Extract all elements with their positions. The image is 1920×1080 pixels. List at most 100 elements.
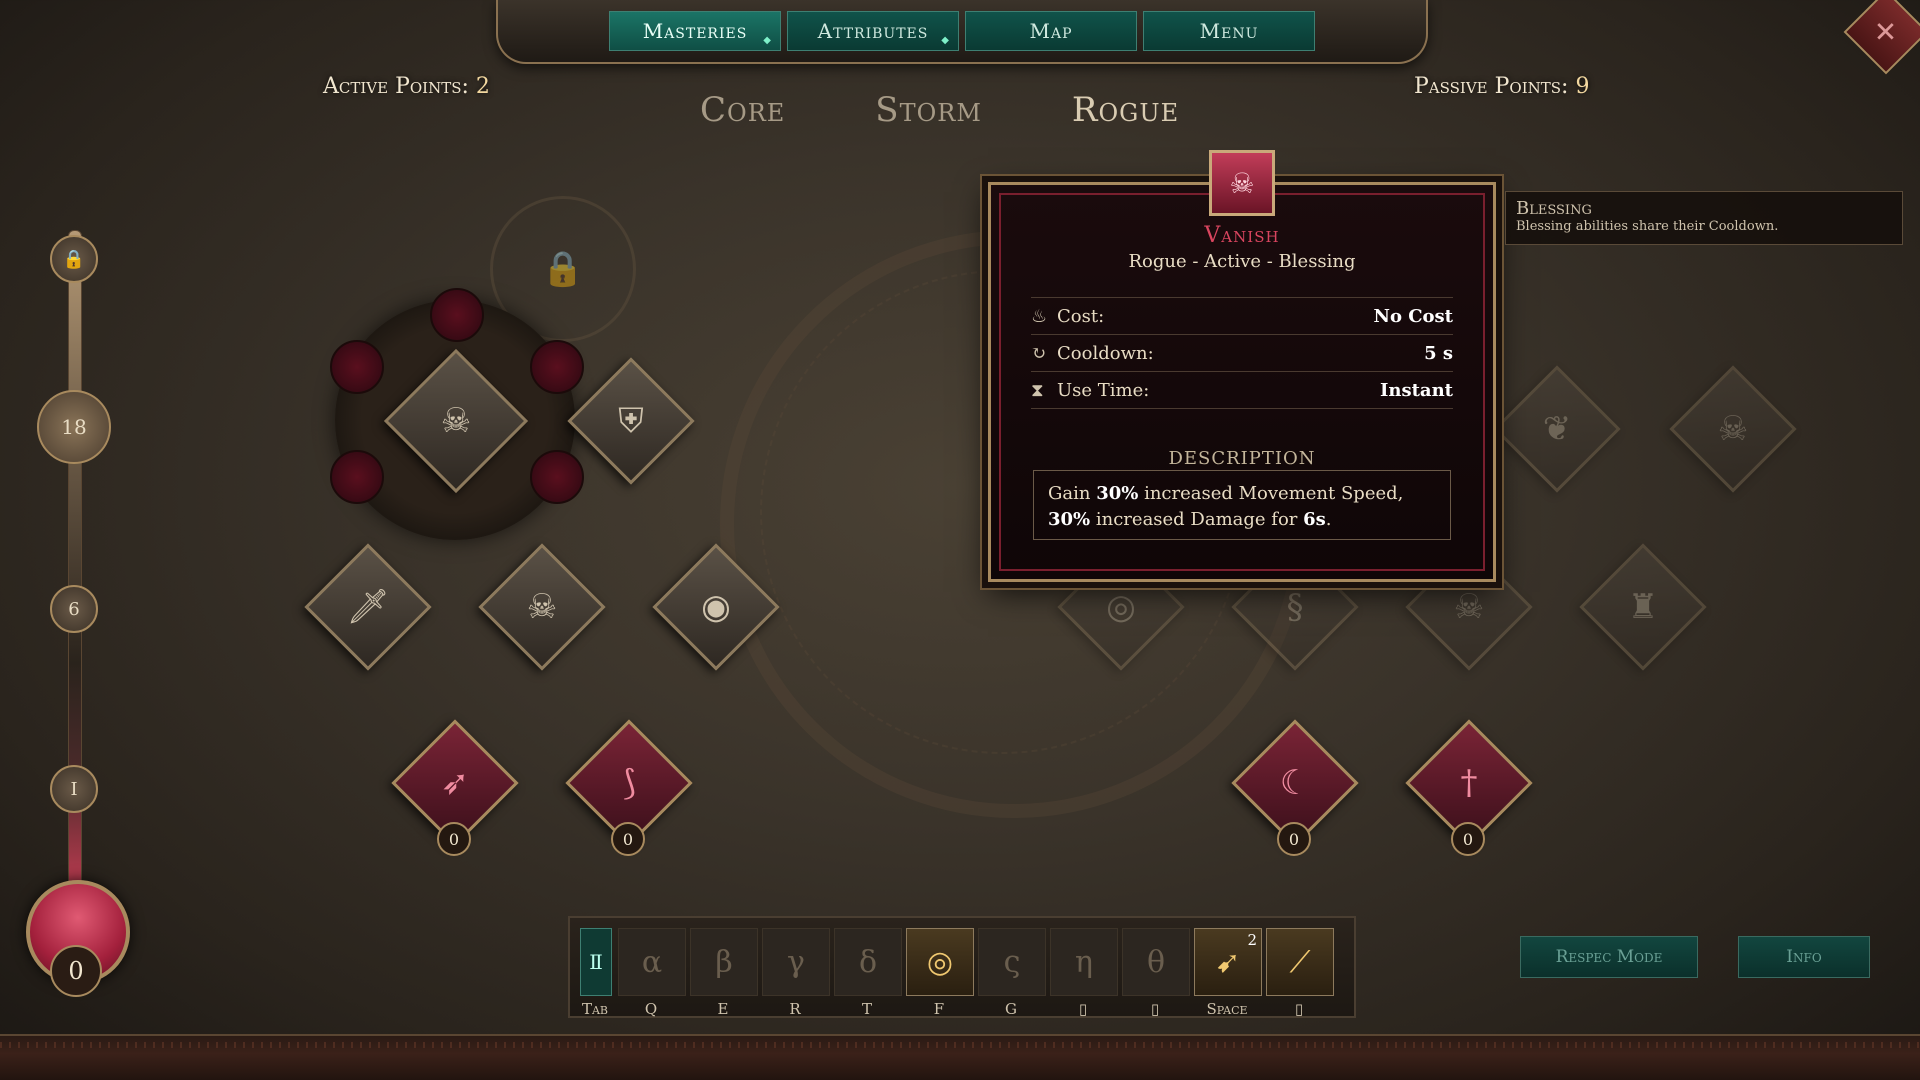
key-label: R: [789, 1000, 801, 1018]
desc-part: increased Damage for: [1090, 509, 1304, 530]
tab-slot[interactable]: Ⅱ: [580, 928, 612, 996]
stat-label: Cost:: [1057, 305, 1105, 327]
notification-dot-icon: ◆: [941, 35, 950, 46]
tree-tab-storm[interactable]: Storm: [875, 90, 982, 130]
dash-icon: ➹: [1215, 944, 1241, 980]
spear-icon: ⟋: [1289, 944, 1311, 980]
orb-icon: ◎: [1106, 587, 1136, 627]
flame-icon: ♨: [1031, 305, 1048, 327]
skill-node[interactable]: ☠: [1669, 365, 1797, 493]
notification-dot-icon: ◆: [763, 35, 772, 46]
tooltip-title: Vanish: [1204, 223, 1280, 248]
lock-icon: 🔒: [541, 249, 585, 289]
skull-icon: ☠: [526, 587, 558, 627]
tree-tab-core[interactable]: Core: [700, 90, 785, 130]
keyword-heading: Blessing: [1516, 198, 1592, 219]
tab-attributes[interactable]: Attributes ◆: [787, 11, 959, 51]
top-nav: Masteries ◆ Attributes ◆ Map Menu: [496, 0, 1428, 64]
level-node: I: [50, 765, 98, 813]
mouse-left-icon: ▯: [1078, 1000, 1088, 1018]
skill-tooltip: Vanish Rogue - Active - Blessing ♨ Cost:…: [988, 182, 1496, 582]
bottom-frame: [0, 1034, 1920, 1080]
skull-icon: ☠: [1717, 409, 1749, 449]
desc-value: 30%: [1048, 509, 1091, 530]
hotbar-slot-t[interactable]: δ: [834, 928, 902, 996]
key-label: Space: [1206, 1000, 1248, 1018]
stat-value: No Cost: [1373, 305, 1453, 327]
rune-socket[interactable]: [330, 450, 384, 504]
claw-icon: ⟆: [622, 763, 636, 803]
tab-label: Masteries: [642, 19, 748, 43]
shield-icon: ⛨: [618, 401, 644, 441]
hotbar-slot-g[interactable]: ς: [978, 928, 1046, 996]
hotbar-slot-e[interactable]: β: [690, 928, 758, 996]
tab-map[interactable]: Map: [965, 11, 1137, 51]
rune-socket[interactable]: [530, 450, 584, 504]
keyword-tooltip: Blessing Blessing abilities share their …: [1505, 191, 1903, 245]
passive-node-count: 0: [437, 822, 471, 856]
rune-socket[interactable]: [330, 340, 384, 394]
hotbar-slot-space[interactable]: ➹ 2: [1194, 928, 1262, 996]
passive-points-value: 9: [1575, 74, 1590, 99]
figure-icon: ♜: [1627, 587, 1659, 627]
rune-socket[interactable]: [430, 288, 484, 342]
skill-node[interactable]: ☠: [478, 543, 606, 671]
desc-part: .: [1325, 509, 1332, 530]
bomb-icon: ◉: [701, 587, 731, 627]
skill-node[interactable]: ♜: [1579, 543, 1707, 671]
respec-mode-button[interactable]: Respec Mode: [1520, 936, 1698, 978]
pillar-icon: Ⅱ: [589, 950, 603, 974]
rune-socket[interactable]: [530, 340, 584, 394]
hotbar-slot-mouse-middle[interactable]: ⟋: [1266, 928, 1334, 996]
tooltip-stats: ♨ Cost: No Cost ↻ Cooldown: 5 s ⧗ Use Ti…: [1031, 297, 1453, 409]
sword-icon: †: [1460, 763, 1478, 803]
scythe-icon: ☾: [1279, 763, 1311, 803]
tab-menu[interactable]: Menu: [1143, 11, 1315, 51]
desc-part: Gain: [1048, 483, 1097, 504]
skill-node[interactable]: 🗡: [304, 543, 432, 671]
stat-value: 5 s: [1424, 342, 1453, 364]
close-button[interactable]: ✕: [1843, 0, 1920, 75]
mouse-right-icon: ▯: [1150, 1000, 1160, 1018]
passive-node-count: 0: [611, 822, 645, 856]
tree-tabs: Core Storm Rogue: [700, 90, 1179, 130]
hotbar-slot-mouse-right[interactable]: θ: [1122, 928, 1190, 996]
key-label: T: [861, 1000, 872, 1018]
key-label: E: [717, 1000, 729, 1018]
skull-icon: ☠: [1453, 587, 1485, 627]
passive-points-label: Passive Points:: [1414, 74, 1569, 99]
hotbar-slot-r[interactable]: γ: [762, 928, 830, 996]
mastery-orb-value: 0: [50, 945, 102, 997]
stat-value: Instant: [1379, 379, 1453, 401]
level-node: 6: [50, 585, 98, 633]
hotbar-slot-mouse-left[interactable]: η: [1050, 928, 1118, 996]
stat-row-cooldown: ↻ Cooldown: 5 s: [1031, 335, 1453, 372]
stat-row-cost: ♨ Cost: No Cost: [1031, 297, 1453, 335]
stat-row-use-time: ⧗ Use Time: Instant: [1031, 372, 1453, 409]
mouse-middle-icon: ▯: [1294, 1000, 1304, 1018]
skill-node[interactable]: ❦: [1493, 365, 1621, 493]
cooldown-icon: ↻: [1031, 342, 1047, 364]
close-icon: ✕: [1874, 15, 1898, 49]
keyword-text: Blessing abilities share their Cooldown.: [1516, 219, 1779, 234]
charge-count: 2: [1247, 931, 1257, 949]
key-label: G: [1005, 1000, 1017, 1018]
stat-label: Cooldown:: [1057, 342, 1154, 364]
tab-masteries[interactable]: Masteries ◆: [609, 11, 781, 51]
tree-tab-rogue[interactable]: Rogue: [1072, 90, 1179, 130]
info-button[interactable]: Info: [1738, 936, 1870, 978]
tooltip-subtitle: Rogue - Active - Blessing: [1128, 251, 1356, 272]
hotbar: Ⅱ α β γ δ ◎ ς η θ ➹ 2 ⟋ Tab Q E R T F G …: [568, 916, 1356, 1018]
key-label: Tab: [581, 1000, 609, 1018]
skill-node[interactable]: ⛨: [567, 357, 695, 485]
hotbar-slot-q[interactable]: α: [618, 928, 686, 996]
key-label: F: [933, 1000, 945, 1018]
tab-label: Map: [1029, 19, 1073, 43]
key-label: Q: [644, 1000, 658, 1018]
hotbar-slot-f[interactable]: ◎: [906, 928, 974, 996]
rings-icon: ◎: [926, 944, 954, 980]
skull-icon: ☠: [440, 401, 472, 441]
active-points: Active Points: 2: [323, 74, 490, 99]
desc-part: increased Movement Speed,: [1138, 483, 1404, 504]
bird-icon: ❦: [1542, 409, 1572, 449]
